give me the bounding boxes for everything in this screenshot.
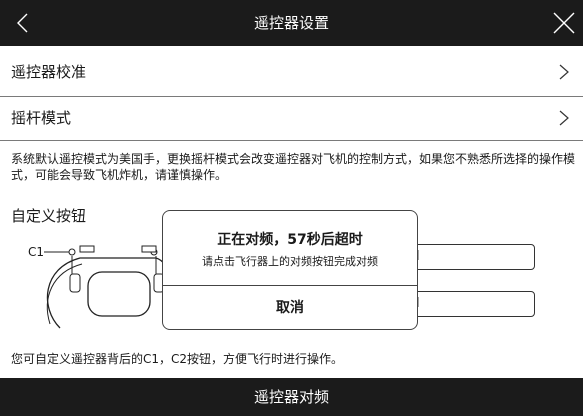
settings-item-stick-mode[interactable]: 摇杆模式	[0, 94, 583, 142]
settings-item-label: 摇杆模式	[11, 109, 72, 127]
top-bar: 遥控器设置	[0, 0, 583, 46]
chevron-right-icon	[559, 64, 569, 80]
c1-function-select[interactable]: l	[405, 244, 535, 270]
divider	[0, 140, 583, 141]
c1-label: C1	[28, 245, 44, 259]
page-title: 遥控器设置	[253, 14, 329, 32]
cancel-button[interactable]: 取消	[163, 286, 417, 330]
c2-function-select[interactable]: l	[405, 291, 535, 317]
dialog-message: 请点击飞行器上的对频按钮完成对频	[202, 255, 378, 268]
pairing-dialog: 正在对频，57秒后超时 请点击飞行器上的对频按钮完成对频 取消	[162, 210, 418, 330]
pair-remote-button[interactable]: 遥控器对频	[0, 378, 583, 416]
settings-item-calibration[interactable]: 遥控器校准	[0, 48, 583, 96]
section-title-custom-buttons: 自定义按钮	[11, 207, 87, 225]
dialog-title: 正在对频，57秒后超时	[217, 232, 363, 248]
chevron-right-icon	[559, 110, 569, 126]
custom-buttons-footnote: 您可自定义遥控器背后的C1，C2按钮，方便飞行时进行操作。	[11, 352, 344, 366]
close-icon[interactable]	[551, 10, 577, 36]
settings-item-label: 遥控器校准	[11, 63, 87, 81]
stick-mode-description: 系统默认遥控模式为美国手，更换摇杆模式会改变遥控器对飞机的控制方式，如果您不熟悉…	[11, 152, 576, 182]
